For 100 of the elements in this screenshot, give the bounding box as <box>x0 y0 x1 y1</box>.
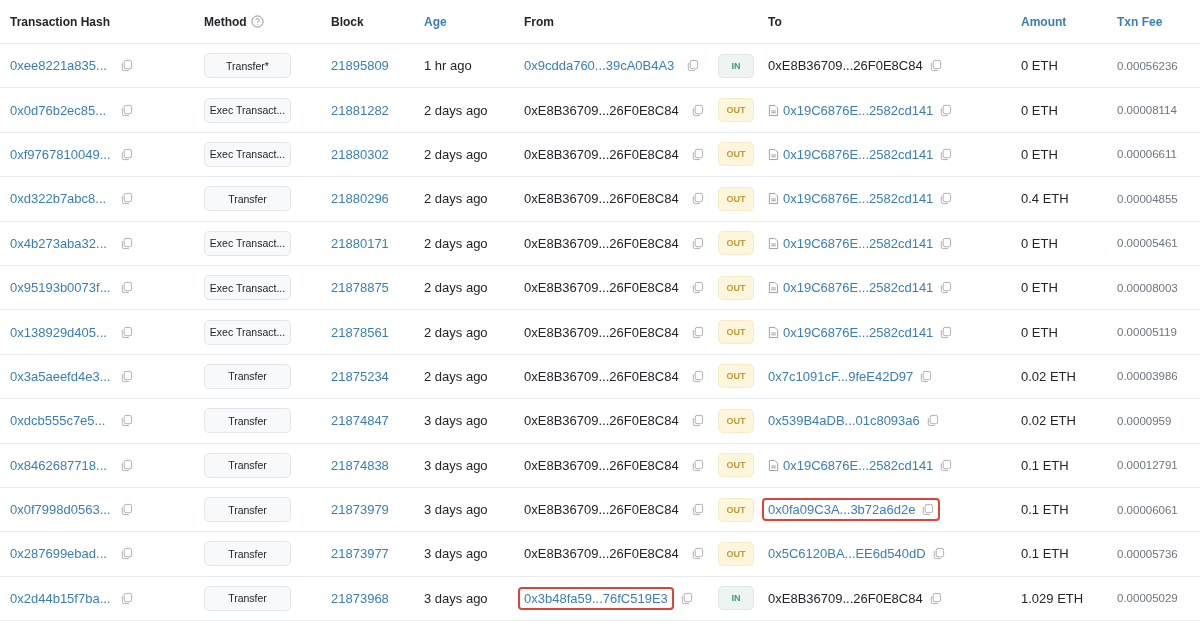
fee-text: 0.00008003 <box>1117 281 1178 294</box>
transaction-hash-link[interactable]: 0xd322b7abc8... <box>10 191 114 207</box>
transaction-hash-link[interactable]: 0x287699ebad... <box>10 546 114 562</box>
copy-icon[interactable] <box>120 369 133 383</box>
copy-icon[interactable] <box>690 103 704 117</box>
method-button[interactable]: Transfer* <box>204 53 291 79</box>
fee-text: 0.00005119 <box>1117 326 1177 339</box>
address-link[interactable]: 0x19C6876E...2582cd141 <box>783 191 934 207</box>
transaction-hash-link[interactable]: 0x4b273aba32... <box>10 235 114 251</box>
column-header[interactable]: Amount <box>1021 14 1067 29</box>
copy-icon[interactable] <box>120 103 133 117</box>
copy-icon[interactable] <box>921 503 935 517</box>
address-link[interactable]: 0x19C6876E...2582cd141 <box>783 457 934 473</box>
address-link[interactable]: 0x19C6876E...2582cd141 <box>783 146 934 162</box>
block-link[interactable]: 21873979 <box>331 502 389 518</box>
address-link[interactable]: 0x19C6876E...2582cd141 <box>783 235 934 251</box>
address-link[interactable]: 0x539B4aDB...01c8093a6 <box>768 413 920 429</box>
method-button[interactable]: Transfer <box>204 585 291 611</box>
copy-icon[interactable] <box>925 414 939 428</box>
address-link[interactable]: 0x5C6120BA...EE6d540dD <box>768 546 926 562</box>
copy-icon[interactable] <box>690 236 704 250</box>
copy-icon[interactable] <box>939 325 953 339</box>
copy-icon[interactable] <box>928 59 942 73</box>
method-button[interactable]: Exec Transact... <box>204 141 291 167</box>
transaction-hash-link[interactable]: 0x0d76b2ec85... <box>10 102 114 118</box>
copy-icon[interactable] <box>690 414 704 428</box>
block-link[interactable]: 21878561 <box>331 324 389 340</box>
copy-icon[interactable] <box>120 503 133 517</box>
copy-icon[interactable] <box>679 591 693 605</box>
copy-icon[interactable] <box>939 103 953 117</box>
block-link[interactable]: 21875234 <box>331 368 389 384</box>
copy-icon[interactable] <box>686 59 700 73</box>
transaction-hash-link[interactable]: 0x0f7998d0563... <box>10 502 114 518</box>
copy-icon[interactable] <box>690 325 704 339</box>
block-link[interactable]: 21874838 <box>331 457 389 473</box>
copy-icon[interactable] <box>120 414 133 428</box>
address-link[interactable]: 0x19C6876E...2582cd141 <box>783 324 934 340</box>
copy-icon[interactable] <box>919 369 933 383</box>
address-link[interactable]: 0x7c1091cF...9feE42D97 <box>768 368 914 384</box>
copy-icon[interactable] <box>690 458 704 472</box>
transaction-hash-link[interactable]: 0x8462687718... <box>10 457 114 473</box>
address-text: 0xE8B36709...26F0E8C84 <box>524 457 679 473</box>
copy-icon[interactable] <box>690 369 704 383</box>
direction-badge: OUT <box>718 275 754 300</box>
address-link[interactable]: 0x9cdda760...39cA0B4A3 <box>524 58 675 74</box>
copy-icon[interactable] <box>120 458 133 472</box>
block-link[interactable]: 21873977 <box>331 546 389 562</box>
method-button[interactable]: Transfer <box>204 541 291 567</box>
method-button[interactable]: Exec Transact... <box>204 319 291 345</box>
block-link[interactable]: 21880171 <box>331 235 389 251</box>
copy-icon[interactable] <box>120 236 133 250</box>
transaction-hash-link[interactable]: 0xee8221a835... <box>10 58 114 74</box>
copy-icon[interactable] <box>939 236 953 250</box>
block-link[interactable]: 21881282 <box>331 102 389 118</box>
block-link[interactable]: 21878875 <box>331 280 389 296</box>
copy-icon[interactable] <box>690 147 704 161</box>
column-header[interactable]: Txn Fee <box>1117 14 1163 29</box>
method-button[interactable]: Transfer <box>204 186 291 212</box>
method-button[interactable]: Transfer <box>204 497 291 523</box>
copy-icon[interactable] <box>120 591 133 605</box>
copy-icon[interactable] <box>120 325 133 339</box>
copy-icon[interactable] <box>928 591 942 605</box>
transaction-hash-link[interactable]: 0x138929d405... <box>10 324 114 340</box>
address-link[interactable]: 0x19C6876E...2582cd141 <box>783 102 934 118</box>
copy-icon[interactable] <box>939 147 953 161</box>
column-header[interactable]: Age <box>424 14 447 29</box>
method-button[interactable]: Exec Transact... <box>204 230 291 256</box>
copy-icon[interactable] <box>120 281 133 295</box>
block-link[interactable]: 21880302 <box>331 146 389 162</box>
copy-icon[interactable] <box>690 547 704 561</box>
block-link[interactable]: 21873968 <box>331 590 389 606</box>
transaction-hash-link[interactable]: 0xf9767810049... <box>10 146 114 162</box>
help-icon[interactable] <box>250 15 264 28</box>
copy-icon[interactable] <box>939 281 953 295</box>
copy-icon[interactable] <box>120 192 133 206</box>
method-button[interactable]: Exec Transact... <box>204 97 291 123</box>
copy-icon[interactable] <box>120 147 133 161</box>
copy-icon[interactable] <box>939 192 953 206</box>
transaction-hash-link[interactable]: 0x3a5aeefd4e3... <box>10 368 114 384</box>
method-button[interactable]: Transfer <box>204 452 291 478</box>
transaction-hash-link[interactable]: 0x95193b0073f... <box>10 280 114 296</box>
address-link[interactable]: 0x19C6876E...2582cd141 <box>783 280 934 296</box>
copy-icon[interactable] <box>120 547 133 561</box>
copy-icon[interactable] <box>690 192 704 206</box>
method-button[interactable]: Transfer <box>204 408 291 434</box>
address-link[interactable]: 0x0fa09C3A...3b72a6d2e <box>768 502 916 518</box>
block-link[interactable]: 21874847 <box>331 413 389 429</box>
copy-icon[interactable] <box>690 503 704 517</box>
copy-icon[interactable] <box>120 59 133 73</box>
copy-icon[interactable] <box>690 281 704 295</box>
address-link[interactable]: 0x3b48fa59...76fC519E3 <box>524 590 668 606</box>
method-button[interactable]: Exec Transact... <box>204 275 291 301</box>
transaction-hash-link[interactable]: 0x2d44b15f7ba... <box>10 590 114 606</box>
method-button[interactable]: Transfer <box>204 363 291 389</box>
block-link[interactable]: 21895809 <box>331 58 389 74</box>
copy-icon[interactable] <box>939 458 953 472</box>
transaction-hash-link[interactable]: 0xdcb555c7e5... <box>10 413 114 429</box>
block-link[interactable]: 21880296 <box>331 191 389 207</box>
copy-icon[interactable] <box>931 547 945 561</box>
address-text: 0xE8B36709...26F0E8C84 <box>524 368 679 384</box>
